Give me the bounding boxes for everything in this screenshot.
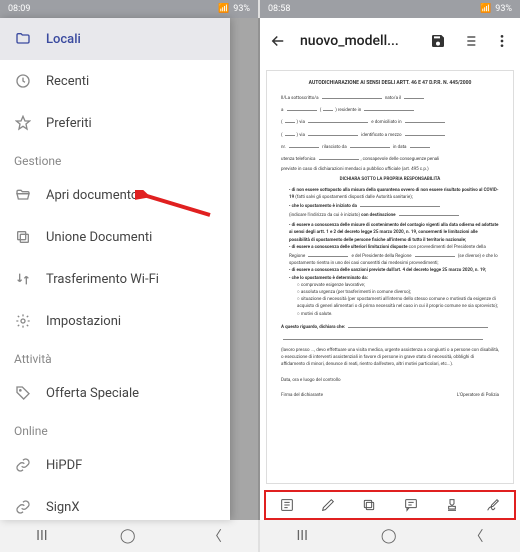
tag-icon xyxy=(14,384,32,402)
nav-drawer: Locali Recenti Preferiti Gestione Apri xyxy=(0,18,230,520)
drawer-item-apri-documento[interactable]: Apri documento xyxy=(0,174,230,216)
app-header: nuovo_modell... xyxy=(260,18,520,64)
tool-sign-icon[interactable] xyxy=(483,495,503,515)
copy-icon xyxy=(14,228,32,246)
more-icon[interactable] xyxy=(492,31,512,51)
drawer-item-impostazioni[interactable]: Impostazioni xyxy=(0,300,230,342)
drawer-label: Offerta Speciale xyxy=(46,386,139,401)
drawer-item-signx[interactable]: SignX xyxy=(0,486,230,520)
gear-icon xyxy=(14,312,32,330)
nav-recent[interactable]: III xyxy=(296,528,307,544)
folder-open-icon xyxy=(14,186,32,204)
drawer-label: Apri documento xyxy=(46,188,138,203)
doc-heading: AUTODICHIARAZIONE AI SENSI DEGLI ARTT. 4… xyxy=(281,79,499,87)
android-navbar-left: III ◯ 〈 xyxy=(0,520,258,552)
drawer-item-offerta[interactable]: Offerta Speciale xyxy=(0,372,230,414)
clock-icon xyxy=(14,72,32,90)
tool-copy-icon[interactable] xyxy=(359,495,379,515)
bottom-toolbar xyxy=(264,490,516,520)
link-icon xyxy=(14,498,32,516)
drawer-item-locali[interactable]: Locali xyxy=(0,18,230,60)
drawer-label: Trasferimento Wi-Fi xyxy=(46,272,159,287)
drawer-label: Locali xyxy=(46,32,81,47)
nav-back[interactable]: 〈 xyxy=(469,526,483,546)
transfer-icon xyxy=(14,270,32,288)
nav-home[interactable]: ◯ xyxy=(381,528,397,544)
tool-comment-icon[interactable] xyxy=(401,495,421,515)
drawer-label: HiPDF xyxy=(46,458,82,473)
tool-outline-icon[interactable] xyxy=(277,495,297,515)
right-screenshot: 08:58 📶93% nuovo_modell... AUTODICHIARAZ… xyxy=(260,0,520,552)
drawer-label: Recenti xyxy=(46,74,89,89)
drawer-item-wifi[interactable]: Trasferimento Wi-Fi xyxy=(0,258,230,300)
drawer-label: Preferiti xyxy=(46,116,92,131)
drawer-label: SignX xyxy=(46,500,80,515)
nav-home[interactable]: ◯ xyxy=(120,528,136,544)
status-icons: 📶93% xyxy=(480,4,512,14)
status-time: 08:09 xyxy=(8,4,30,14)
nav-back[interactable]: 〈 xyxy=(208,526,222,546)
drawer-item-hipdf[interactable]: HiPDF xyxy=(0,444,230,486)
document-title: nuovo_modell... xyxy=(300,33,416,49)
drawer-item-preferiti[interactable]: Preferiti xyxy=(0,102,230,144)
document-viewport[interactable]: AUTODICHIARAZIONE AI SENSI DEGLI ARTT. 4… xyxy=(260,64,520,490)
list-icon[interactable] xyxy=(460,31,480,51)
folder-icon xyxy=(14,30,32,48)
link-icon xyxy=(14,456,32,474)
status-bar-left: 08:09 📶93% xyxy=(0,0,258,18)
tool-pen-icon[interactable] xyxy=(318,495,338,515)
drawer-label: Impostazioni xyxy=(46,314,121,329)
nav-recent[interactable]: III xyxy=(36,528,47,544)
save-icon[interactable] xyxy=(428,31,448,51)
tool-stamp-icon[interactable] xyxy=(442,495,462,515)
section-online: Online xyxy=(0,414,230,444)
drawer-item-recenti[interactable]: Recenti xyxy=(0,60,230,102)
doc-subtitle: DICHIARA SOTTO LA PROPRIA RESPONSABILITÀ xyxy=(281,176,499,183)
status-time: 08:58 xyxy=(268,4,290,14)
left-screenshot: 08:09 📶93% Locali Recenti xyxy=(0,0,260,552)
drawer-item-unione[interactable]: Unione Documenti xyxy=(0,216,230,258)
star-icon xyxy=(14,114,32,132)
status-bar-right: 08:58 📶93% xyxy=(260,0,520,18)
section-gestione: Gestione xyxy=(0,144,230,174)
android-navbar-right: III ◯ 〈 xyxy=(260,520,520,552)
back-icon[interactable] xyxy=(268,31,288,51)
section-attivita: Attività xyxy=(0,342,230,372)
status-icons: 📶93% xyxy=(218,4,250,14)
document-page: AUTODICHIARAZIONE AI SENSI DEGLI ARTT. 4… xyxy=(266,70,514,484)
drawer-overlay[interactable] xyxy=(230,18,260,520)
drawer-label: Unione Documenti xyxy=(46,230,152,245)
